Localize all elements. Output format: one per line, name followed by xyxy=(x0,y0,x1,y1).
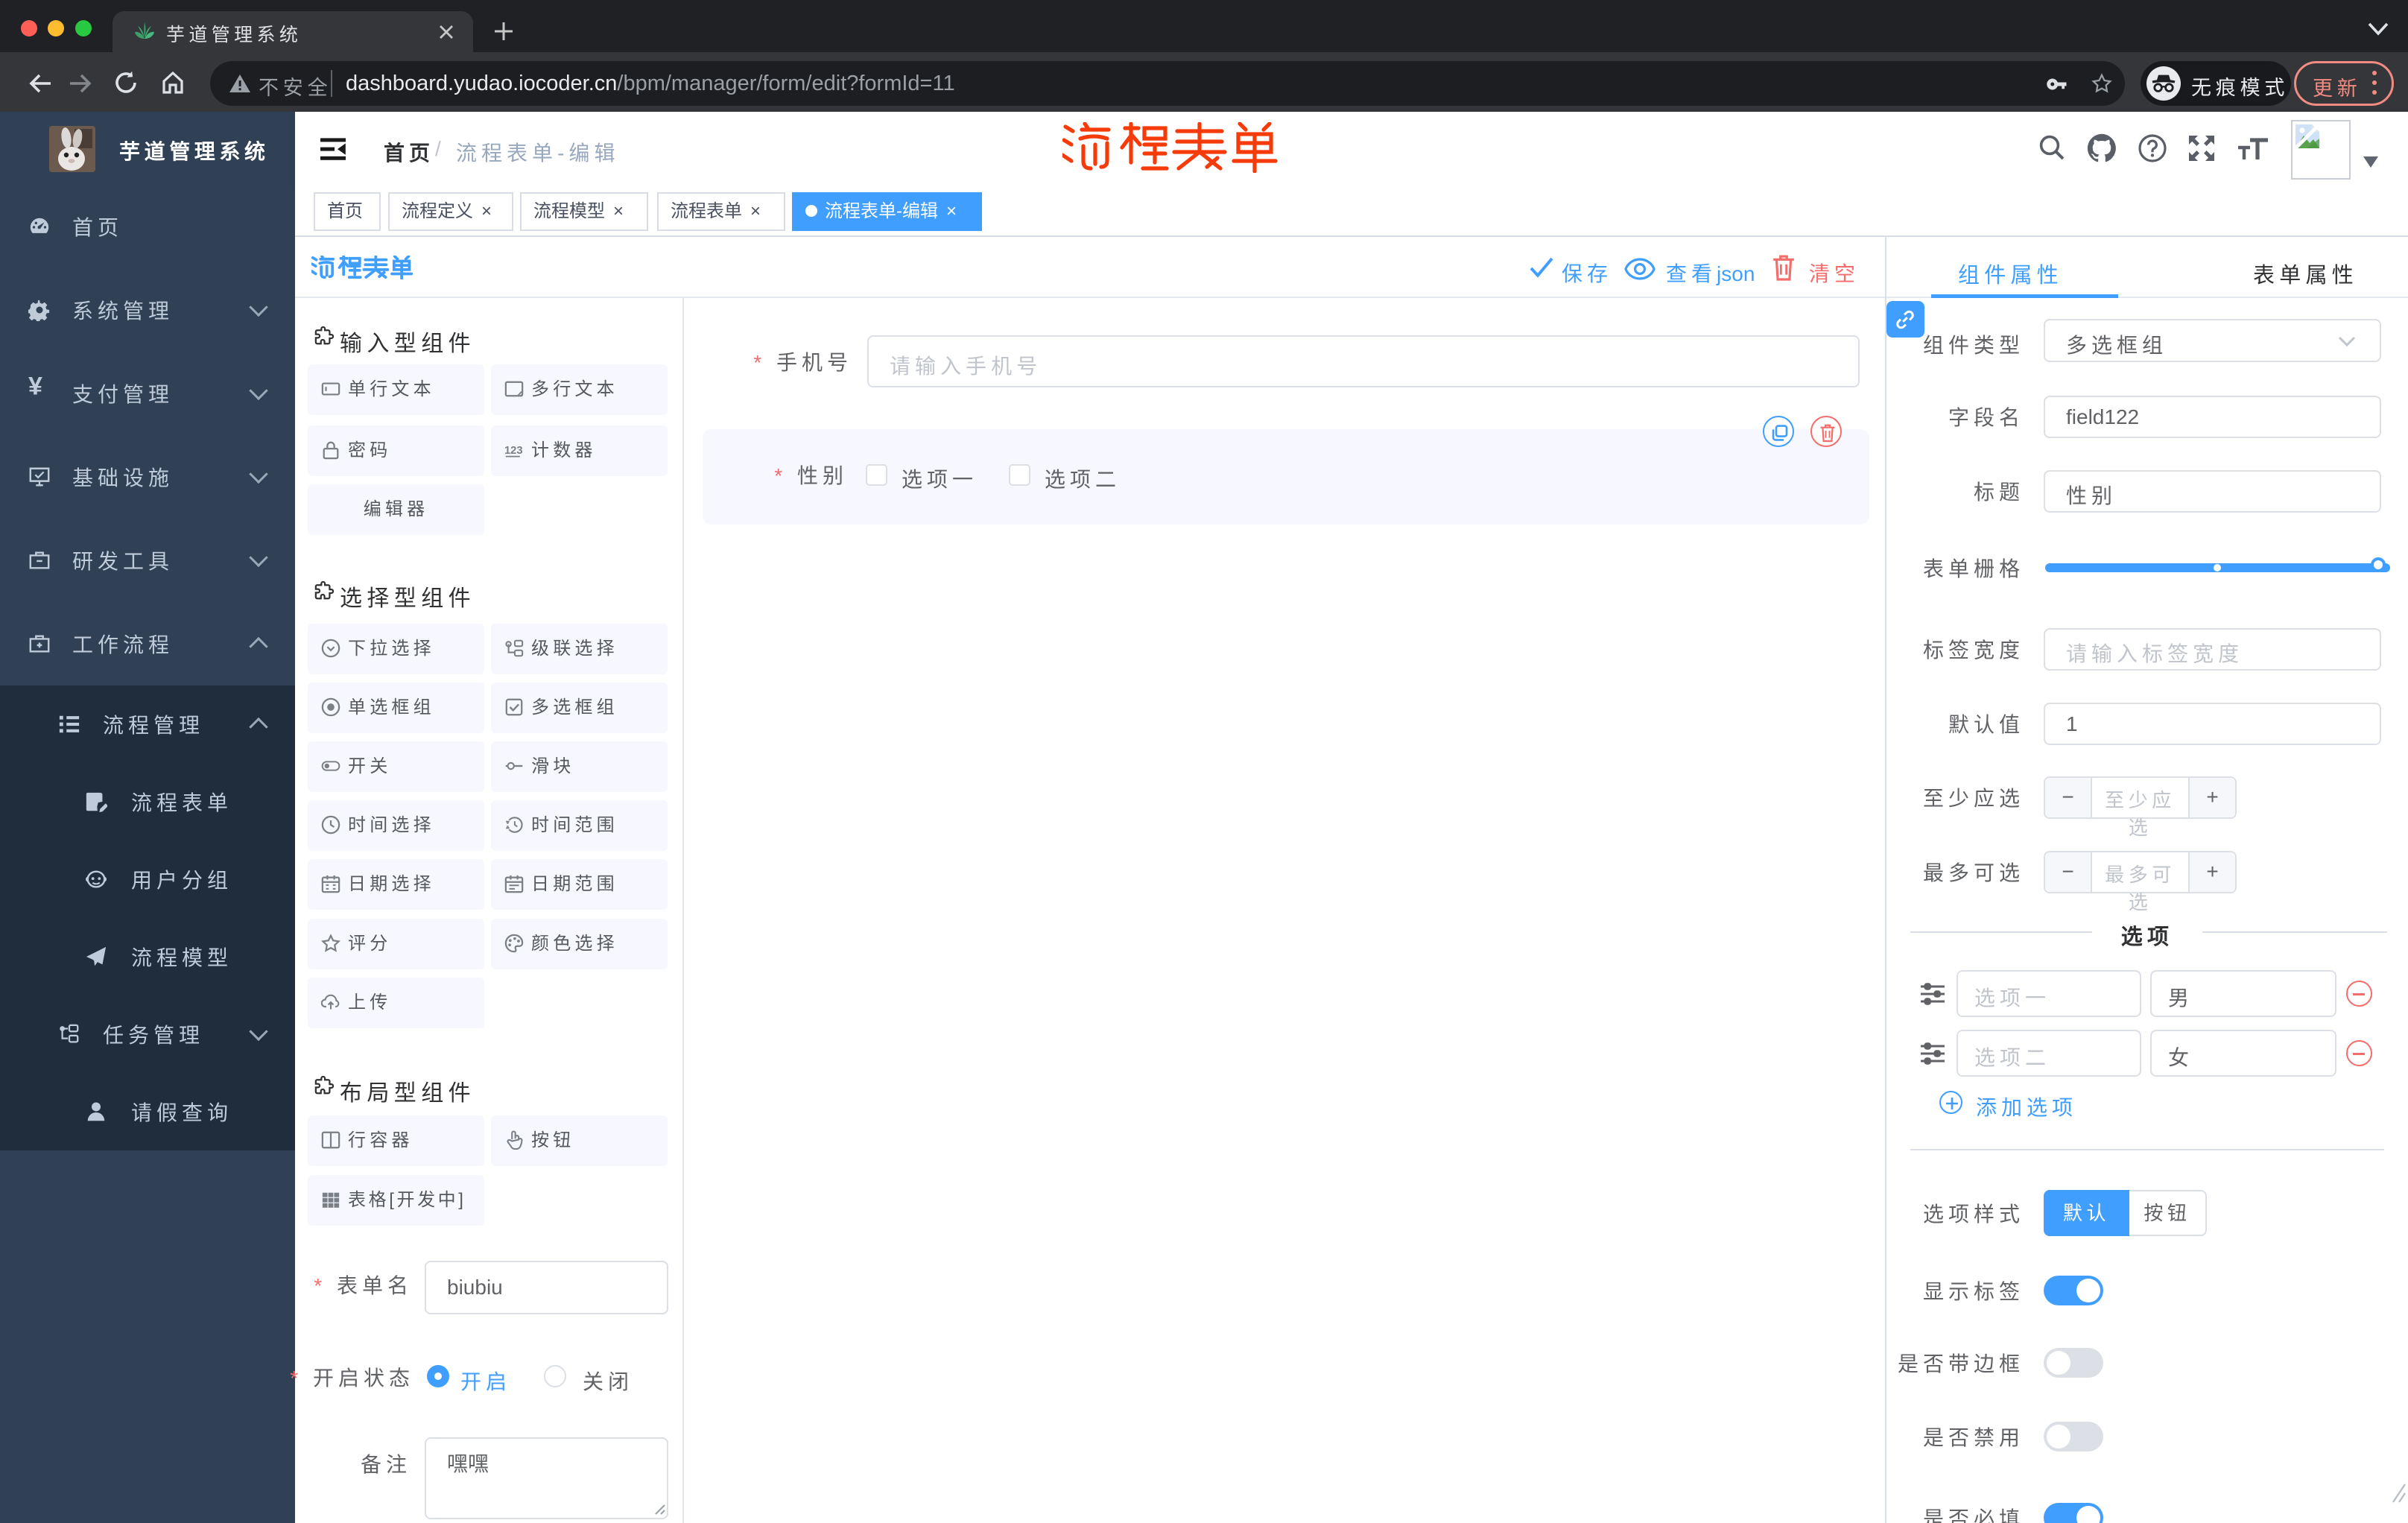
svg-text:123: 123 xyxy=(504,445,523,457)
